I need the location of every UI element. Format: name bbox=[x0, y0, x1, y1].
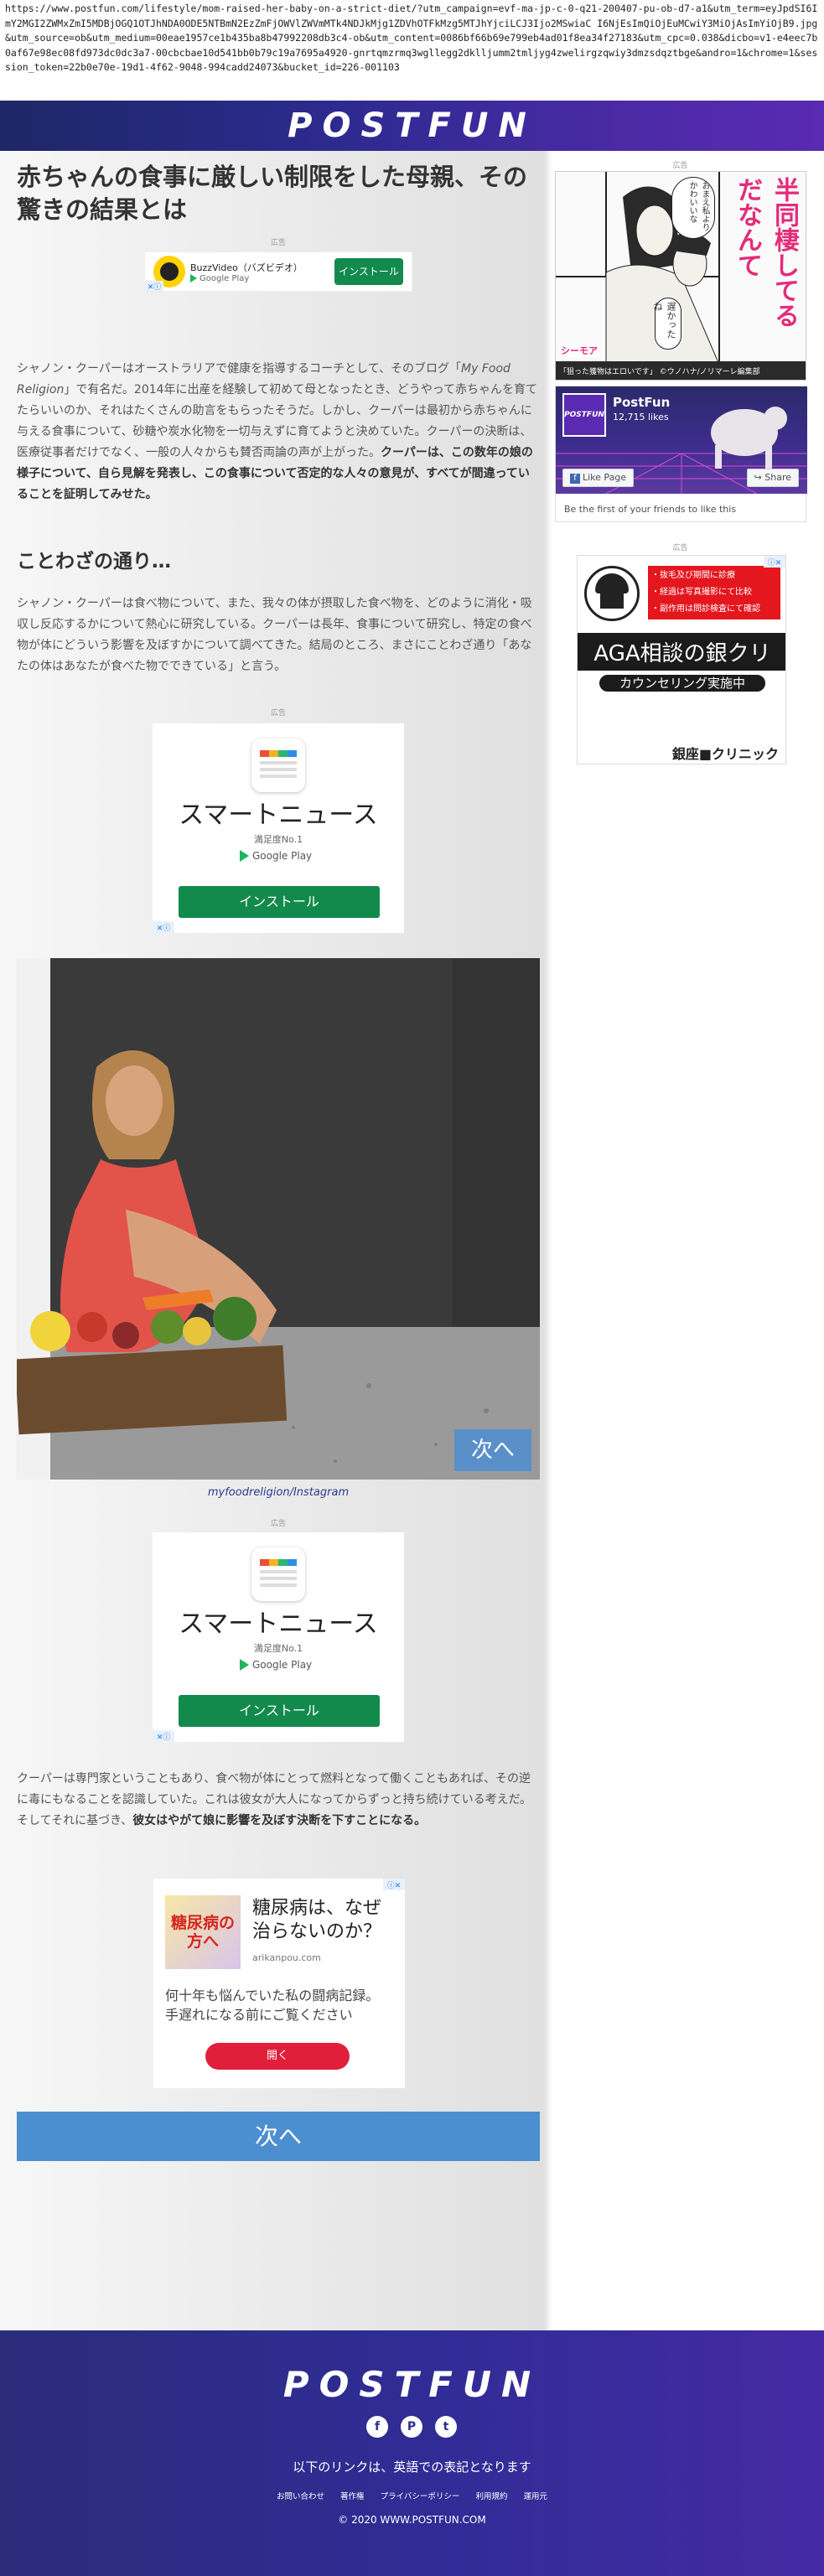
pinterest-icon[interactable]: P bbox=[401, 2416, 422, 2438]
footer-link-operator[interactable]: 運用元 bbox=[523, 2492, 547, 2501]
woman-with-vegetables-image bbox=[17, 958, 540, 1480]
ad-label: 広告 bbox=[270, 239, 286, 247]
buzzvideo-install-button[interactable]: インストール bbox=[334, 258, 403, 285]
smartnews-title: スマートニュース bbox=[179, 801, 378, 830]
footer-link-copyright[interactable]: 著作権 bbox=[340, 2492, 365, 2501]
diabetes-ad-image: 糖尿病の方へ bbox=[165, 1895, 241, 1969]
facebook-icon[interactable]: f bbox=[366, 2416, 388, 2438]
facebook-page-widget: POSTFUN PostFun 12,715 likes f Like Page … bbox=[555, 386, 807, 522]
facebook-share-button[interactable]: ↪ Share bbox=[746, 469, 799, 487]
manga-ad[interactable]: 半同棲してるだなんて おまえ私よりかわいいな 遅かったね シーモア 「狙った獲物… bbox=[555, 171, 806, 381]
smartnews-ad[interactable]: スマートニュース 満足度No.1 Google Play インストール ✕ⓘ bbox=[153, 1532, 404, 1742]
manga-caption: 「狙った獲物はエロいです」 ©ウノハナ/ノリマーレ編集部 bbox=[559, 368, 760, 376]
ad-label: 広告 bbox=[270, 1520, 286, 1528]
photo-next-button[interactable]: 次へ bbox=[454, 1429, 531, 1471]
facebook-page-avatar[interactable]: POSTFUN bbox=[562, 393, 606, 437]
buzzvideo-ad[interactable]: BuzzVideo（バズビデオ） Google Play インストール ✕ⓘ bbox=[144, 251, 412, 292]
aga-counseling-pill: カウンセリング実施中 bbox=[598, 673, 767, 693]
copyright-text: © 2020 WWW.POSTFUN.COM bbox=[338, 2514, 486, 2526]
article-photo: 次へ bbox=[17, 958, 540, 1480]
paragraph-decision: クーパーは専門家ということもあり、食べ物が体にとって燃料となって働くこともあれば… bbox=[17, 1772, 532, 1827]
aga-avatar-icon bbox=[584, 566, 640, 621]
site-header: POSTFUN bbox=[0, 101, 824, 151]
adchoices-icon[interactable]: ✕ⓘ bbox=[153, 921, 174, 933]
smartnews-ad[interactable]: スマートニュース 満足度No.1 Google Play インストール ✕ⓘ bbox=[153, 723, 404, 933]
facebook-page-name[interactable]: PostFun bbox=[613, 395, 670, 410]
facebook-icon: f bbox=[570, 474, 580, 484]
aga-clinic-ad[interactable]: ・抜毛及び期間に診療 ・経過は写真撮影にて比較 ・副作用は問診検査にて確認 AG… bbox=[577, 555, 786, 765]
manga-bubble-1: おまえ私よりかわいいな bbox=[671, 177, 715, 239]
smartnews-title: スマートニュース bbox=[179, 1609, 378, 1639]
diabetes-ad[interactable]: 糖尿病の方へ 糖尿病は、なぜ治らないのか？ arikanpou.com 何十年も… bbox=[153, 1879, 405, 2088]
site-logo[interactable]: POSTFUN bbox=[288, 106, 536, 145]
google-play-badge: Google Play bbox=[240, 850, 312, 862]
diabetes-ad-body: 何十年も悩んでいた私の闘病記録。手遅れになる前にご覧ください bbox=[165, 1988, 380, 2023]
share-icon: ↪ bbox=[754, 472, 765, 483]
diabetes-ad-domain: arikanpou.com bbox=[252, 1952, 321, 1963]
aga-feature-list: ・抜毛及び期間に診療 ・経過は写真撮影にて比較 ・副作用は問診検査にて確認 bbox=[648, 566, 780, 619]
adchoices-icon[interactable]: ✕ⓘ bbox=[153, 1730, 174, 1742]
manga-title: 半同棲してるだなんて bbox=[733, 177, 799, 328]
diabetes-ad-headline: 糖尿病は、なぜ治らないのか？ bbox=[252, 1898, 382, 1942]
adchoices-icon[interactable]: ✕ⓘ bbox=[145, 281, 163, 292]
paragraph-intro: シャノン・クーパーはオーストラリアで健康を指導するコーチとして、そのブログ「My… bbox=[17, 362, 538, 501]
aga-clinic-name: 銀座■クリニック bbox=[578, 744, 785, 764]
footer-language-note: 以下のリンクは、英語での表記となります bbox=[293, 2459, 531, 2475]
aga-subtitle-text: AGAは医療機関に相談できます。 bbox=[620, 701, 744, 734]
footer-link-privacy[interactable]: プライバシーポリシー bbox=[381, 2492, 460, 2501]
section-heading: ことわざの通り… bbox=[17, 551, 171, 573]
ad-label: 広告 bbox=[270, 709, 286, 718]
url-text: https://www.postfun.com/lifestyle/mom-ra… bbox=[0, 0, 824, 101]
site-footer: POSTFUN f P t 以下のリンクは、英語での表記となります お問い合わせ… bbox=[0, 2330, 824, 2576]
smartnews-install-button[interactable]: インストール bbox=[179, 1695, 380, 1727]
article-column: 赤ちゃんの食事に厳しい制限をした母親、その驚きの結果とは 広告 BuzzVide… bbox=[17, 159, 540, 2161]
facebook-like-page-button[interactable]: f Like Page bbox=[562, 469, 635, 487]
google-play-badge: Google Play bbox=[240, 1659, 312, 1671]
smartnews-subtitle: 満足度No.1 bbox=[253, 834, 303, 845]
manga-brand: シーモア bbox=[559, 344, 599, 357]
adchoices-icon[interactable]: ⓘ✕ bbox=[383, 1879, 405, 1890]
facebook-likes-count: 12,715 likes bbox=[613, 412, 669, 422]
smartnews-icon bbox=[251, 1547, 305, 1601]
ad-label: 広告 bbox=[672, 162, 688, 170]
footer-link-terms[interactable]: 利用規約 bbox=[475, 2492, 507, 2501]
facebook-friends-text: Be the first of your friends to like thi… bbox=[564, 504, 737, 515]
google-play-label: Google Play bbox=[190, 274, 334, 283]
smartnews-icon bbox=[251, 739, 305, 792]
paragraph-proverb: シャノン・クーパーは食べ物について、また、我々の体が摂取した食べ物を、どのように… bbox=[17, 597, 532, 673]
ad-label: 広告 bbox=[672, 544, 688, 552]
next-page-button[interactable]: 次へ bbox=[17, 2112, 540, 2161]
article-title: 赤ちゃんの食事に厳しい制限をした母親、その驚きの結果とは bbox=[17, 163, 528, 224]
footer-link-contact[interactable]: お問い合わせ bbox=[277, 2492, 324, 2501]
diabetes-ad-open-button[interactable]: 開く bbox=[205, 2043, 350, 2070]
smartnews-subtitle: 満足度No.1 bbox=[253, 1643, 303, 1654]
manga-bubble-2: 遅かったね bbox=[652, 298, 681, 350]
adchoices-icon[interactable]: ⓘ✕ bbox=[764, 556, 785, 568]
smartnews-install-button[interactable]: インストール bbox=[179, 886, 380, 918]
footer-logo[interactable]: POSTFUN bbox=[0, 2364, 824, 2405]
aga-title: AGA相談の銀クリ bbox=[578, 633, 785, 671]
photo-caption[interactable]: myfoodreligion/Instagram bbox=[17, 1486, 540, 1499]
twitter-icon[interactable]: t bbox=[435, 2416, 457, 2438]
footer-links: お問い合わせ 著作権 プライバシーポリシー 利用規約 運用元 bbox=[0, 2490, 824, 2501]
buzzvideo-name: BuzzVideo（バズビデオ） bbox=[190, 262, 303, 273]
